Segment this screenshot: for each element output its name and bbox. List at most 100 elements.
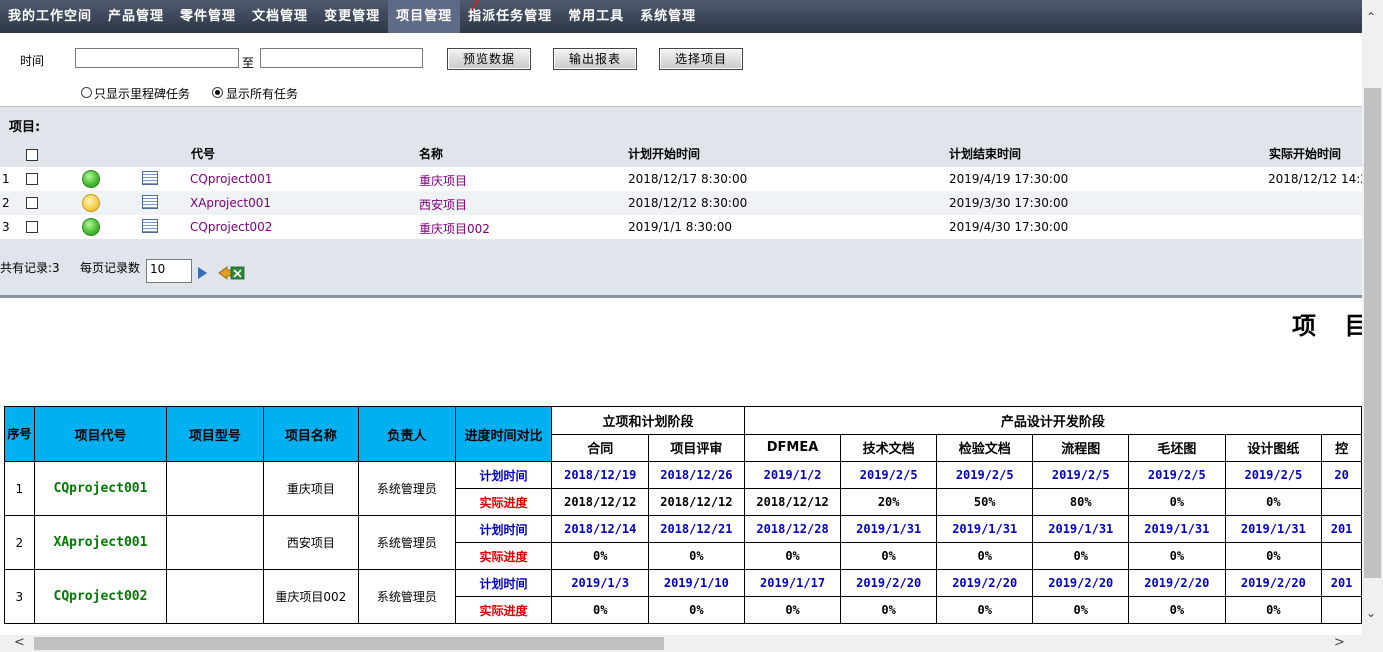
cell-actual-value: 20% [840, 488, 937, 516]
cell-plan-date: 2019/2/5 [935, 461, 1034, 489]
project-name-link[interactable]: 重庆项目 [419, 172, 467, 189]
cell-actual-value: 0% [935, 542, 1034, 570]
cell-name: 重庆项目002 [262, 569, 360, 624]
scroll-up-icon[interactable]: ⌃ [1366, 10, 1376, 24]
plan-end-cell: 2019/3/30 17:30:00 [949, 196, 1069, 210]
cell-actual-value: 0% [648, 596, 745, 624]
select-project-button[interactable]: 选择项目 [659, 48, 743, 70]
cell-actual-value: 0% [1224, 488, 1323, 516]
cell-actual-value: 0% [840, 596, 937, 624]
row-checkbox[interactable] [26, 221, 38, 233]
cell-plan-date: 2018/12/21 [648, 515, 745, 543]
nav-item-0[interactable]: 我的工作空间 [0, 0, 100, 33]
scroll-left-icon[interactable]: < [14, 635, 25, 650]
th-name: 项目名称 [262, 406, 360, 462]
cell-plan-date: 2019/2/5 [1224, 461, 1323, 489]
nav-item-7[interactable]: 常用工具 [560, 0, 632, 33]
per-page-label: 每页记录数 [80, 261, 141, 275]
project-name-link[interactable]: 重庆项目002 [419, 220, 490, 237]
radio-all-tasks-label: 显示所有任务 [226, 87, 299, 101]
plan-start-cell: 2018/12/17 8:30:00 [628, 172, 748, 186]
cell-owner: 系统管理员 [358, 515, 456, 570]
th-model: 项目型号 [166, 406, 264, 462]
report-row: 1 CQproject001 重庆项目 系统管理员 计划时间 2018/12/19 2018… [4, 461, 1362, 516]
th-owner: 负责人 [358, 406, 456, 462]
project-row[interactable]: 1 CQproject001 重庆项目 2018/12/17 8:30:00 2019/… [0, 167, 1368, 191]
cell-plan-date: 2019/2/5 [1128, 461, 1226, 489]
to-label: 至 [242, 56, 255, 70]
cell-actual-value: 0% [743, 542, 842, 570]
cell-actual-value: 0% [1224, 596, 1323, 624]
col-name: 名称 [419, 147, 444, 161]
horizontal-scrollbar[interactable]: < > [0, 635, 1362, 652]
cell-actual-value: 0% [1032, 596, 1130, 624]
row-checkbox[interactable] [26, 197, 38, 209]
cell-plan-date: 2019/1/31 [1032, 515, 1130, 543]
project-code-link[interactable]: XAproject001 [190, 196, 271, 210]
cell-plan-date: 2019/2/20 [1032, 569, 1130, 597]
detail-grid-icon[interactable] [142, 171, 158, 185]
project-row[interactable]: 2 XAproject001 西安项目 2018/12/12 8:30:00 2019/… [0, 191, 1362, 215]
row-checkbox[interactable] [26, 173, 38, 185]
th-sub: 合同 [551, 433, 650, 462]
col-plan-start: 计划开始时间 [628, 147, 701, 161]
go-arrow-icon[interactable] [198, 267, 207, 279]
start-time-input[interactable] [75, 48, 239, 68]
nav-item-2[interactable]: 零件管理 [172, 0, 244, 33]
cell-plan-date: 20 [1321, 461, 1362, 489]
row-index: 3 [2, 220, 10, 234]
horizontal-scroll-thumb[interactable] [34, 637, 664, 650]
th-sub: 控 [1321, 433, 1362, 462]
plan-start-cell: 2019/1/1 8:30:00 [628, 220, 732, 234]
th-sub: 检验文档 [935, 433, 1034, 462]
radio-all-tasks[interactable] [212, 87, 223, 98]
cell-plan-date: 2019/2/5 [840, 461, 937, 489]
cell-plan-date: 2018/12/19 [551, 461, 650, 489]
export-report-button[interactable]: 输出报表 [553, 48, 637, 70]
detail-grid-icon[interactable] [142, 219, 158, 233]
nav-item-3[interactable]: 文档管理 [244, 0, 316, 33]
yellow-status-icon [82, 194, 100, 212]
detail-grid-icon[interactable] [142, 195, 158, 209]
nav-item-8[interactable]: 系统管理 [632, 0, 704, 33]
nav-item-5[interactable]: 项目管理 [388, 0, 461, 33]
th-compare: 进度时间对比 [454, 406, 553, 462]
project-code-link[interactable]: CQproject001 [190, 172, 272, 186]
cell-plan-date: 2019/1/31 [840, 515, 937, 543]
end-time-input[interactable] [260, 48, 423, 68]
cell-plan-date: 2019/1/10 [648, 569, 745, 597]
project-name-link[interactable]: 西安项目 [419, 196, 467, 213]
project-row[interactable]: 3 CQproject002 重庆项目002 2019/1/1 8:30:00 2019… [0, 215, 1362, 239]
total-records: 共有记录:3 [0, 261, 60, 275]
vertical-scroll-thumb[interactable] [1364, 88, 1381, 578]
th-sub: 技术文档 [840, 433, 937, 462]
scroll-right-icon[interactable]: > [1334, 635, 1345, 650]
th-sub: 项目评审 [648, 433, 745, 462]
plan-end-cell: 2019/4/19 17:30:00 [949, 172, 1069, 186]
radio-milestone[interactable] [81, 87, 92, 98]
export-excel-icon[interactable] [218, 264, 245, 280]
nav-item-4[interactable]: 变更管理 [316, 0, 388, 33]
cell-plan-date: 2018/12/14 [551, 515, 650, 543]
project-code-link[interactable]: CQproject002 [190, 220, 272, 234]
cell-code: CQproject001 [33, 461, 168, 516]
cell-plan-date: 2018/12/28 [743, 515, 842, 543]
cell-actual-value: 0% [840, 542, 937, 570]
cell-actual-label: 实际进度 [454, 596, 553, 624]
plan-start-cell: 2018/12/12 8:30:00 [628, 196, 748, 210]
cell-plan-date: 2019/1/3 [551, 569, 650, 597]
scroll-down-icon[interactable]: ⌄ [1366, 606, 1376, 620]
per-page-input[interactable]: 10 [146, 259, 192, 283]
project-grid-header: 代号 名称 计划开始时间 计划结束时间 实际开始时间 [0, 141, 1362, 165]
actual-start-cell: 2018/12/12 14:2 [1268, 172, 1368, 186]
select-all-checkbox[interactable] [26, 149, 38, 161]
cell-plan-date: 201 [1321, 515, 1362, 543]
cell-actual-value: 0% [935, 596, 1034, 624]
row-index: 1 [2, 172, 10, 186]
vertical-scrollbar[interactable]: ⌃ ⌄ [1362, 0, 1383, 635]
nav-item-1[interactable]: 产品管理 [100, 0, 172, 33]
green-status-icon [82, 170, 100, 188]
col-actual-start: 实际开始时间 [1269, 147, 1342, 161]
th-sub: DFMEA [743, 433, 842, 462]
preview-data-button[interactable]: 预览数据 [447, 48, 531, 70]
